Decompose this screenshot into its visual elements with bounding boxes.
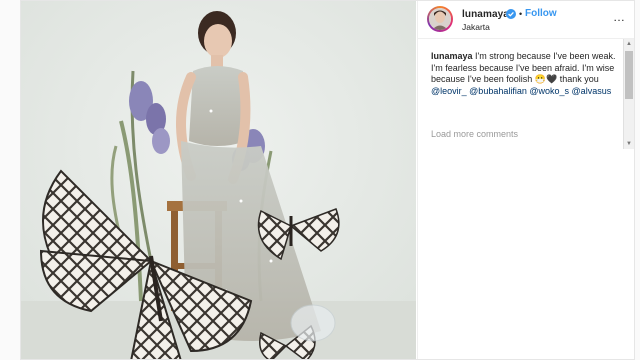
separator-dot: • — [519, 9, 523, 19]
avatar-image-icon — [429, 8, 451, 30]
post-header: lunamaya • Follow Jakarta … — [418, 1, 634, 39]
post-caption: lunamaya I'm strong because I've been we… — [431, 51, 617, 97]
avatar[interactable] — [427, 6, 453, 32]
load-more-comments-button[interactable]: Load more comments — [431, 129, 518, 139]
follow-button[interactable]: Follow — [525, 8, 557, 19]
comments-scrollbar[interactable]: ▲ ▼ — [623, 39, 634, 149]
avatar-photo — [429, 8, 451, 30]
page: lunamaya • Follow Jakarta … lunamaya I'm… — [0, 0, 640, 360]
mention-link[interactable]: @bubahalifian — [469, 86, 527, 96]
mention-link[interactable]: @alvasus — [572, 86, 612, 96]
scroll-down-arrow-icon[interactable]: ▼ — [624, 139, 634, 149]
caption-line-1: I'm strong because I've been weak. — [472, 51, 616, 61]
mention-link[interactable]: @woko_s — [529, 86, 569, 96]
instagram-post: lunamaya • Follow Jakarta … lunamaya I'm… — [20, 0, 635, 360]
post-photo[interactable] — [21, 1, 416, 359]
caption-line-2: I'm fearless because I've been afraid. I… — [431, 62, 615, 85]
location-link[interactable]: Jakarta — [462, 22, 490, 32]
scroll-thumb[interactable] — [625, 51, 633, 99]
scroll-up-arrow-icon[interactable]: ▲ — [624, 39, 634, 49]
post-side-panel: lunamaya • Follow Jakarta … lunamaya I'm… — [417, 1, 634, 359]
more-options-icon[interactable]: … — [613, 11, 626, 23]
photo-artwork — [21, 1, 416, 359]
mention-link[interactable]: @leovir_ — [431, 86, 467, 96]
username-link[interactable]: lunamaya — [462, 9, 509, 20]
caption-username[interactable]: lunamaya — [431, 51, 473, 61]
verified-badge-icon — [506, 9, 516, 19]
